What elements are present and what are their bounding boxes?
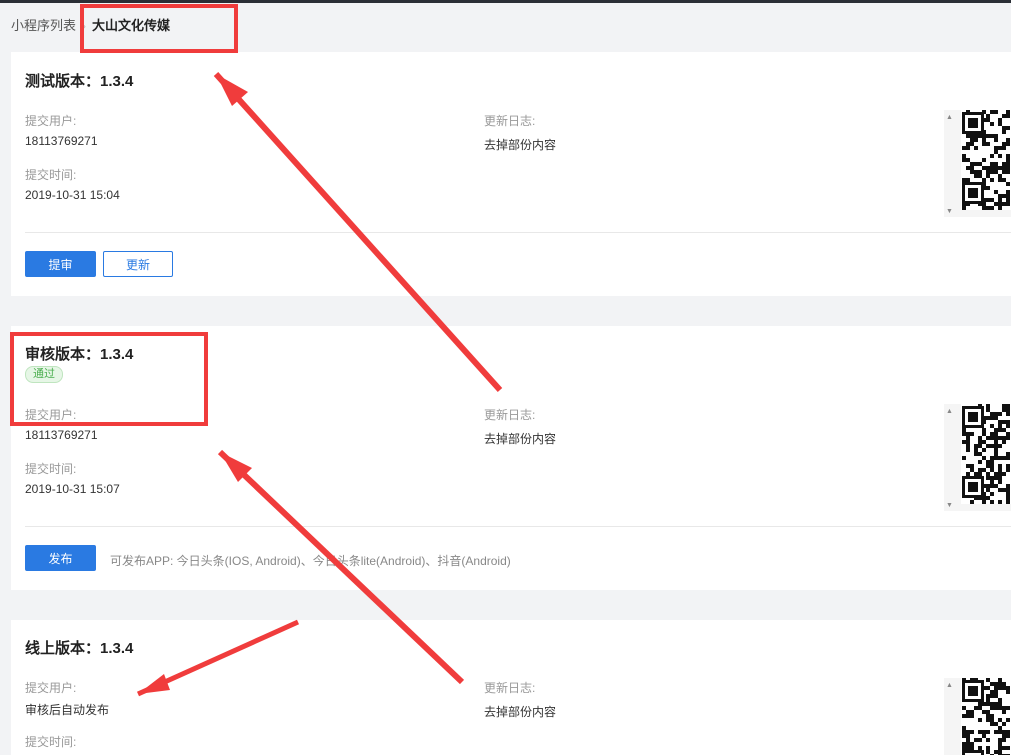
publish-button[interactable]: 发布 [25,545,96,571]
test-submitter-label: 提交用户: [25,114,77,128]
audit-submitter-value: 18113769271 [25,428,98,442]
breadcrumb-current: 大山文化传媒 [92,18,171,33]
scroll-up-icon[interactable]: ▲ [946,408,953,415]
audit-log-label: 更新日志: [484,408,536,422]
scroll-up-icon[interactable]: ▲ [946,114,953,121]
test-version-title: 测试版本：1.3.4 [25,73,134,90]
test-log-value: 去掉部份内容 [484,138,557,152]
online-version-title: 线上版本：1.3.4 [25,640,134,657]
test-log-label: 更新日志: [484,114,536,128]
audit-log-value: 去掉部份内容 [484,432,557,446]
online-version-card: 线上版本：1.3.4 提交用户: 审核后自动发布 提交时间: 更新日志: 去掉部… [11,620,1011,755]
audit-submitter-label: 提交用户: [25,408,77,422]
test-qr-code: ▲ ▼ [944,110,1011,217]
publish-apps-note: 可发布APP: 今日头条(IOS, Android)、今日头条lite(Andr… [110,554,511,568]
test-time-value: 2019-10-31 15:04 [25,188,120,202]
audit-time-value: 2019-10-31 15:07 [25,482,120,496]
test-version-card: 测试版本：1.3.4 提交用户: 18113769271 提交时间: 2019-… [11,52,1011,296]
online-submitter-value: 审核后自动发布 [25,703,110,717]
scroll-down-icon[interactable]: ▼ [946,208,953,215]
audit-version-card: 审核版本：1.3.4 通过 提交用户: 18113769271 提交时间: 20… [11,326,1011,590]
scroll-up-icon[interactable]: ▲ [946,682,953,689]
submit-review-button[interactable]: 提审 [25,251,96,277]
status-badge: 通过 [25,366,63,383]
test-divider [25,232,1011,233]
audit-time-label: 提交时间: [25,462,77,476]
scroll-down-icon[interactable]: ▼ [946,502,953,509]
test-submitter-value: 18113769271 [25,134,98,148]
breadcrumb-parent-link[interactable]: 小程序列表 [11,18,76,33]
breadcrumb: 小程序列表 › 大山文化传媒 [11,16,170,36]
update-button[interactable]: 更新 [103,251,173,277]
online-qr-code: ▲ [944,678,1011,755]
audit-divider [25,526,1011,527]
window-top-bar [0,0,1011,3]
online-log-value: 去掉部份内容 [484,705,557,719]
online-time-label: 提交时间: [25,735,77,749]
audit-qr-code: ▲ ▼ [944,404,1011,511]
audit-version-title: 审核版本：1.3.4 [25,346,134,363]
online-log-label: 更新日志: [484,681,536,695]
online-submitter-label: 提交用户: [25,681,77,695]
breadcrumb-separator-icon: › [82,19,87,33]
test-time-label: 提交时间: [25,168,77,182]
